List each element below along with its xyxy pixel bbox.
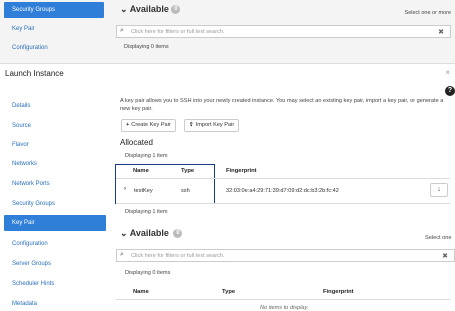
background-sidebar: Security Groups Key Pair Configuration — [0, 0, 108, 70]
available-col-fingerprint[interactable]: Fingerprint — [323, 289, 354, 295]
allocated-col-fingerprint[interactable]: Fingerprint — [226, 168, 257, 174]
search-icon: ⌕ — [120, 251, 124, 258]
sidebar-item-details[interactable]: Details — [4, 98, 106, 114]
allocated-col-type[interactable]: Type — [181, 168, 194, 174]
create-key-pair-button[interactable]: + Create Key Pair — [121, 119, 176, 132]
filter-placeholder: Click here for filters or full text sear… — [131, 253, 225, 259]
allocated-row-divider — [116, 203, 450, 204]
available-displaying: Displaying 0 items — [125, 270, 171, 276]
upload-icon: ⇪ — [189, 122, 194, 128]
available-count-badge: 0 — [173, 229, 183, 239]
available-col-type[interactable]: Type — [222, 289, 235, 295]
bg-filter-input[interactable]: ⌕ Click here for filters or full text se… — [116, 25, 451, 38]
bg-sidebar-item-key-pair[interactable]: Key Pair — [4, 21, 104, 37]
import-key-pair-button[interactable]: ⇪ Import Key Pair — [184, 119, 240, 132]
bg-available-count-badge: 0 — [171, 5, 181, 15]
bg-sidebar-item-configuration[interactable]: Configuration — [4, 40, 104, 56]
sidebar-item-metadata[interactable]: Metadata — [4, 296, 106, 311]
plus-icon: + — [126, 122, 130, 128]
launch-instance-modal: Launch Instance × ? Details Source Flavo… — [0, 63, 455, 311]
sidebar-item-key-pair[interactable]: Key Pair — [4, 215, 106, 231]
allocated-displaying-top: Displaying 1 item — [125, 153, 168, 159]
sidebar-item-networks[interactable]: Networks — [4, 156, 106, 172]
available-filter-input[interactable]: ⌕ Click here for filters or full text se… — [116, 249, 455, 262]
sidebar-item-scheduler-hints[interactable]: Scheduler Hints — [4, 276, 106, 292]
allocated-displaying-bottom: Displaying 1 item — [125, 209, 168, 215]
help-icon[interactable]: ? — [445, 86, 455, 96]
clear-icon[interactable]: ✖ — [442, 252, 448, 260]
allocated-row-type: ssh — [181, 188, 190, 194]
key-pair-description: A key pair allows you to SSH into your n… — [120, 98, 444, 112]
available-header-divider — [116, 299, 450, 300]
allocated-heading: Allocated — [120, 138, 153, 147]
arrow-down-icon: ↓ — [437, 186, 441, 193]
chevron-down-icon: ⌄ — [120, 4, 128, 14]
select-one-hint: Select one — [425, 235, 452, 241]
modal-title: Launch Instance — [5, 69, 64, 78]
sidebar-item-security-groups[interactable]: Security Groups — [4, 196, 106, 212]
search-icon: ⌕ — [120, 27, 124, 34]
sidebar-item-configuration[interactable]: Configuration — [4, 236, 106, 252]
deallocate-arrow-down-button[interactable]: ↓ — [430, 183, 448, 197]
sidebar-item-source[interactable]: Source — [4, 118, 106, 134]
bg-select-hint: Select one or more — [404, 10, 451, 16]
bg-filter-placeholder: Click here for filters or full text sear… — [131, 29, 225, 35]
allocated-row-fingerprint: 32:03:0e:a4:29:71:39:d7:09:d2:dc:b3:2b:f… — [226, 188, 339, 194]
chevron-down-icon: ⌄ — [120, 228, 128, 238]
no-items-message: No items to display. — [260, 305, 309, 311]
allocated-header-divider — [116, 178, 450, 179]
allocated-highlight-box — [115, 164, 215, 204]
bg-sidebar-item-security-groups[interactable]: Security Groups — [4, 2, 104, 18]
sidebar-item-server-groups[interactable]: Server Groups — [4, 256, 106, 272]
clear-icon[interactable]: ✖ — [438, 28, 444, 36]
bg-displaying-text: Displaying 0 items — [124, 44, 169, 50]
sidebar-item-flavor[interactable]: Flavor — [4, 137, 106, 153]
chevron-right-icon[interactable]: › — [124, 186, 126, 192]
allocated-row-name: testKey — [134, 188, 153, 194]
available-heading[interactable]: ⌄ Available 0 — [120, 228, 183, 239]
bg-available-heading[interactable]: ⌄ Available 0 — [120, 4, 181, 15]
sidebar-item-network-ports[interactable]: Network Ports — [4, 176, 106, 192]
available-col-name[interactable]: Name — [133, 289, 149, 295]
allocated-col-name[interactable]: Name — [133, 168, 149, 174]
close-icon[interactable]: × — [445, 68, 450, 77]
